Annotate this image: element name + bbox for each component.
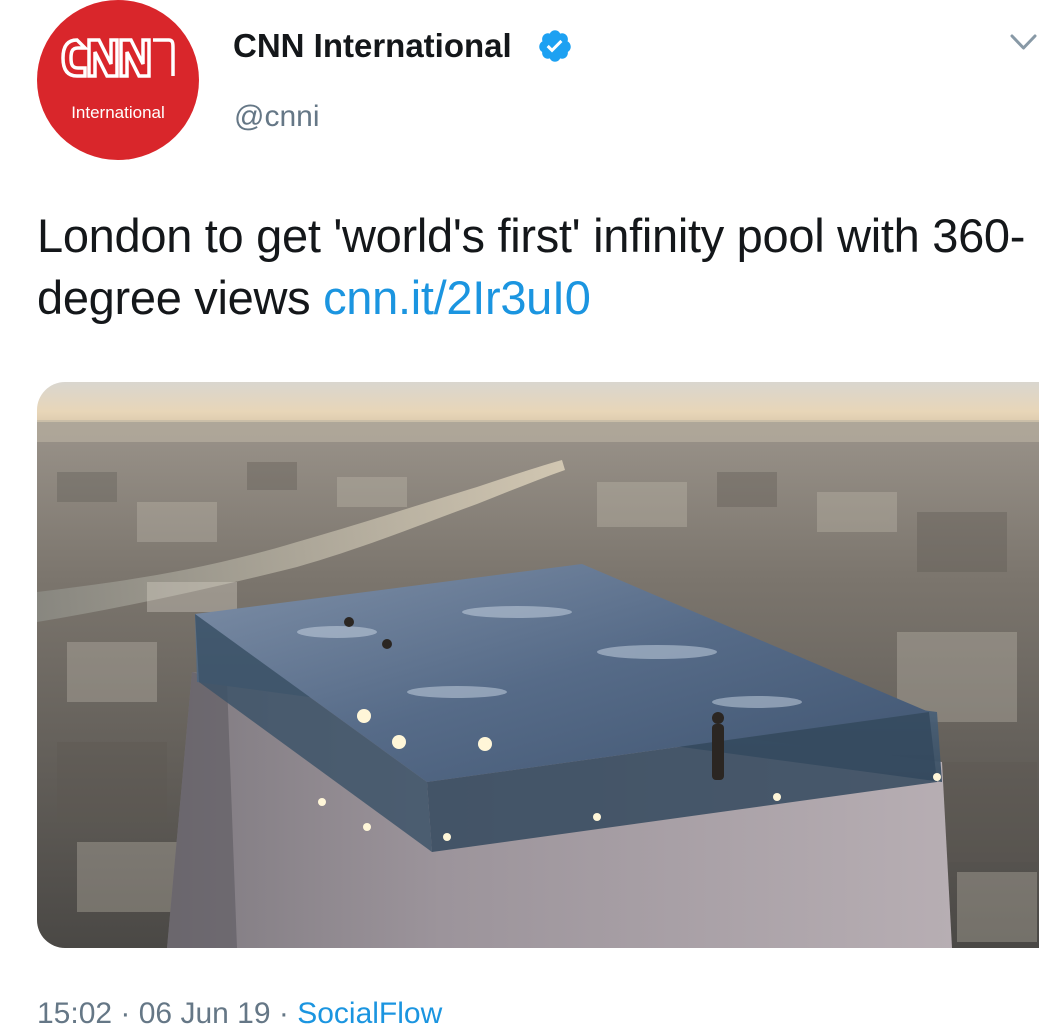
tweet-time[interactable]: 15:02 bbox=[37, 997, 112, 1030]
display-name[interactable]: CNN International bbox=[233, 26, 512, 66]
meta-separator: · bbox=[112, 997, 139, 1030]
tweet-text: London to get 'world's first' infinity p… bbox=[37, 205, 1027, 329]
verified-badge-icon bbox=[539, 30, 571, 62]
avatar-logo-subtitle: International bbox=[71, 103, 165, 122]
tweet-link[interactable]: cnn.it/2Ir3uI0 bbox=[323, 271, 591, 324]
tweet[interactable]: International CNN International @cnni Lo… bbox=[0, 0, 1039, 1031]
avatar[interactable]: International bbox=[37, 0, 199, 160]
meta-separator: · bbox=[270, 997, 298, 1030]
cnn-logo-icon bbox=[61, 38, 175, 78]
tweet-media-image[interactable] bbox=[37, 382, 1039, 948]
infinity-pool-photo bbox=[37, 382, 1039, 948]
tweet-source[interactable]: SocialFlow bbox=[297, 997, 442, 1030]
user-handle[interactable]: @cnni bbox=[234, 98, 320, 136]
chevron-down-icon[interactable] bbox=[1008, 26, 1039, 60]
tweet-date[interactable]: 06 Jun 19 bbox=[139, 997, 271, 1030]
tweet-meta: 15:02 · 06 Jun 19 · SocialFlow bbox=[37, 996, 442, 1032]
